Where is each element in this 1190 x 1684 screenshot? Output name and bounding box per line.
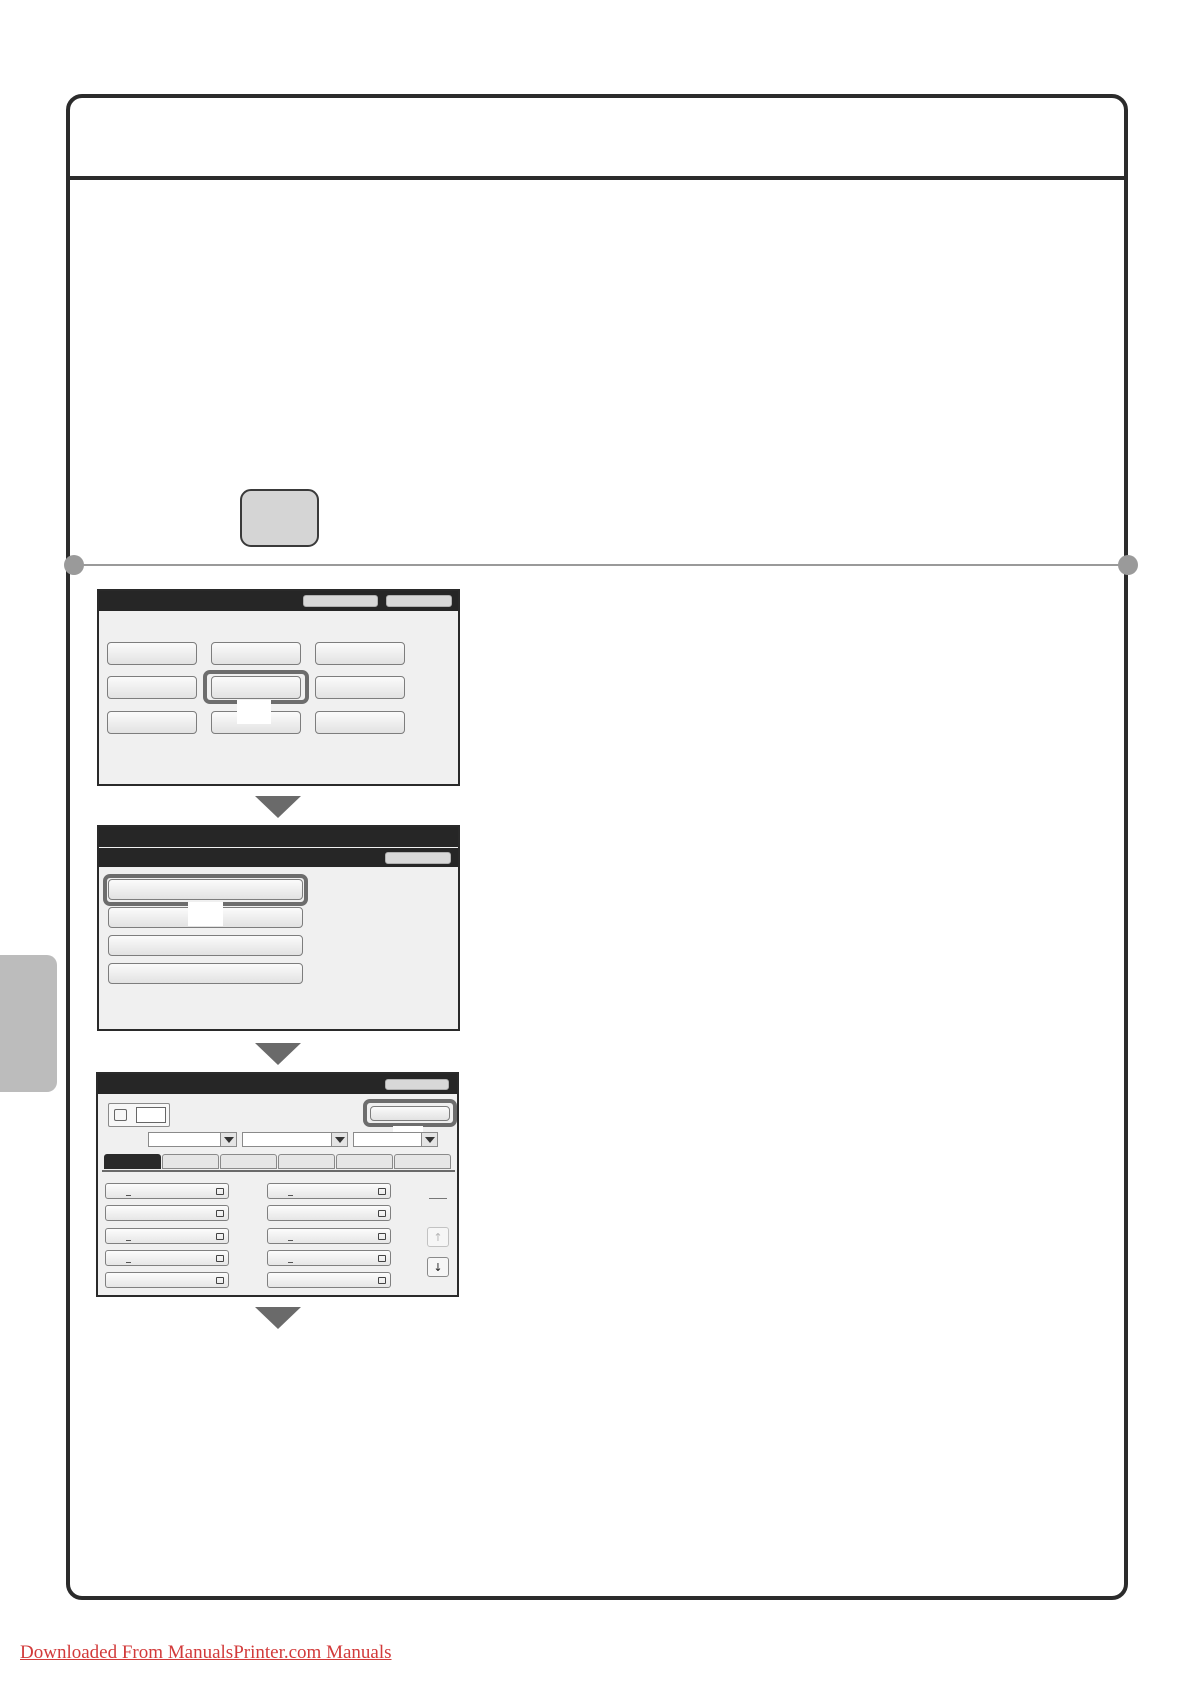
header-button[interactable] bbox=[303, 595, 378, 607]
callout-patch bbox=[188, 902, 223, 926]
filter-combo[interactable] bbox=[242, 1132, 333, 1147]
index-tab[interactable] bbox=[394, 1154, 451, 1169]
chapter-side-tab bbox=[0, 955, 57, 1092]
address-entry-button[interactable] bbox=[105, 1250, 229, 1266]
flow-arrow-down bbox=[255, 1043, 301, 1065]
menu-button[interactable] bbox=[107, 676, 197, 699]
screen-main-menu bbox=[97, 589, 460, 786]
menu-button[interactable] bbox=[315, 676, 405, 699]
index-tab[interactable] bbox=[220, 1154, 277, 1169]
destination-icon bbox=[114, 1109, 127, 1121]
header-button[interactable] bbox=[385, 852, 451, 864]
index-tab[interactable] bbox=[104, 1154, 161, 1169]
selection-highlight bbox=[203, 670, 309, 704]
address-entry-button[interactable] bbox=[267, 1250, 391, 1266]
combo-arrow-icon[interactable] bbox=[331, 1132, 348, 1147]
combo-arrow-icon[interactable] bbox=[421, 1132, 438, 1147]
entry-icon bbox=[378, 1255, 386, 1262]
destination-count-field bbox=[136, 1107, 166, 1123]
entry-icon bbox=[378, 1277, 386, 1284]
entry-icon bbox=[216, 1188, 224, 1195]
entry-icon bbox=[216, 1233, 224, 1240]
section-divider bbox=[70, 564, 1124, 566]
scroll-down-button[interactable]: ↓ bbox=[427, 1257, 449, 1277]
menu-button[interactable] bbox=[107, 642, 197, 665]
combo-arrow-icon[interactable] bbox=[220, 1132, 237, 1147]
address-entry-button[interactable] bbox=[267, 1205, 391, 1221]
index-tab[interactable] bbox=[162, 1154, 219, 1169]
entry-icon bbox=[378, 1233, 386, 1240]
address-entry-button[interactable] bbox=[267, 1183, 391, 1199]
filter-combo[interactable] bbox=[148, 1132, 222, 1147]
menu-button[interactable] bbox=[315, 711, 405, 734]
page-indicator-line bbox=[429, 1198, 447, 1199]
entry-icon bbox=[216, 1277, 224, 1284]
step-key-button-illustration bbox=[240, 489, 319, 547]
address-entry-button[interactable] bbox=[105, 1272, 229, 1288]
index-tab[interactable] bbox=[278, 1154, 335, 1169]
address-entry-button[interactable] bbox=[267, 1228, 391, 1244]
screen-address-book: ↑ ↓ bbox=[96, 1072, 459, 1297]
address-entry-button[interactable] bbox=[105, 1183, 229, 1199]
divider-right-dot bbox=[1118, 555, 1138, 575]
address-entry-button[interactable] bbox=[267, 1272, 391, 1288]
download-source-link[interactable]: Downloaded From ManualsPrinter.com Manua… bbox=[20, 1642, 392, 1664]
filter-combo[interactable] bbox=[353, 1132, 423, 1147]
menu-button[interactable] bbox=[107, 711, 197, 734]
arrow-down-icon: ↓ bbox=[433, 1261, 443, 1274]
address-entry-button[interactable] bbox=[105, 1205, 229, 1221]
list-button[interactable] bbox=[108, 935, 303, 956]
entry-icon bbox=[216, 1255, 224, 1262]
header-divider bbox=[70, 176, 1124, 180]
index-tab[interactable] bbox=[336, 1154, 393, 1169]
selection-highlight bbox=[363, 1099, 457, 1127]
scroll-up-button[interactable]: ↑ bbox=[427, 1227, 449, 1247]
screen-list-menu bbox=[97, 825, 460, 1031]
flow-arrow-down bbox=[255, 796, 301, 818]
destination-count-box bbox=[108, 1103, 170, 1127]
callout-patch bbox=[237, 700, 271, 724]
list-button[interactable] bbox=[108, 963, 303, 984]
entry-icon bbox=[378, 1188, 386, 1195]
divider-left-dot bbox=[64, 555, 84, 575]
header-button[interactable] bbox=[385, 1079, 449, 1090]
tab-rule bbox=[102, 1170, 455, 1172]
arrow-up-icon: ↑ bbox=[433, 1231, 443, 1244]
menu-button[interactable] bbox=[315, 642, 405, 665]
flow-arrow-down bbox=[255, 1307, 301, 1329]
menu-button[interactable] bbox=[211, 642, 301, 665]
address-entry-button[interactable] bbox=[105, 1228, 229, 1244]
screen-title-bar bbox=[99, 827, 458, 847]
header-button[interactable] bbox=[386, 595, 452, 607]
entry-icon bbox=[378, 1210, 386, 1217]
entry-icon bbox=[216, 1210, 224, 1217]
